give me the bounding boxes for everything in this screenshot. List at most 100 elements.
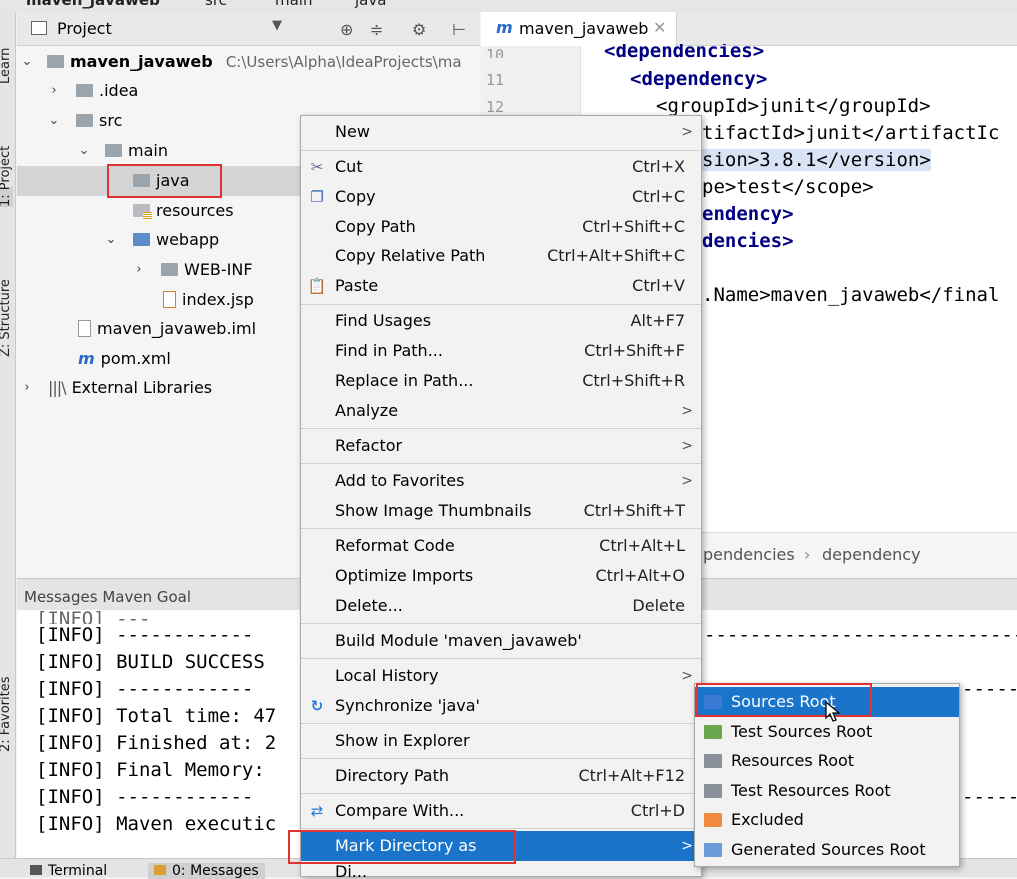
- tree-item-idea[interactable]: .idea: [76, 76, 138, 106]
- menu-item-find-usages[interactable]: Find Usages Alt+F7: [301, 306, 701, 336]
- project-panel-header: Project ▼ ⊕ ≑ ⚙ ⊢: [17, 12, 480, 46]
- menu-item-build-module[interactable]: Build Module 'maven_javaweb': [301, 626, 701, 656]
- submenu-item-excluded[interactable]: Excluded: [695, 805, 959, 835]
- console-line: [INFO] ------------: [36, 678, 254, 700]
- terminal-icon: [30, 865, 42, 875]
- tree-item-webapp[interactable]: webapp: [133, 225, 219, 255]
- console-line-right: -------------------------------: [704, 624, 1017, 646]
- menu-separator: [301, 723, 701, 724]
- submenu-item-resources-root[interactable]: Resources Root: [695, 746, 959, 776]
- menu-item-optimize-imports[interactable]: Optimize Imports Ctrl+Alt+O: [301, 561, 701, 591]
- menu-item-cut[interactable]: ✂ Cut Ctrl+X: [301, 152, 701, 182]
- menu-item-delete[interactable]: Delete... Delete: [301, 591, 701, 621]
- menu-item-new[interactable]: New >: [301, 117, 701, 147]
- menu-item-copy[interactable]: ❐ Copy Ctrl+C: [301, 182, 701, 212]
- tab-learn[interactable]: Learn: [0, 48, 13, 84]
- breadcrumb-main[interactable]: main: [275, 0, 312, 9]
- console-line-clipped: [INFO] ---: [36, 608, 151, 624]
- messages-panel-title: Messages Maven Goal: [24, 588, 191, 606]
- menu-item-show-in-explorer[interactable]: Show in Explorer: [301, 726, 701, 756]
- module-folder-icon: [47, 55, 64, 68]
- console-line-right: -------------------------------: [962, 678, 1017, 700]
- project-panel-title[interactable]: Project: [57, 19, 112, 38]
- menu-separator: [301, 304, 701, 305]
- code-line: pe>test</scope>: [702, 176, 874, 198]
- tree-item-pom[interactable]: m pom.xml: [78, 344, 171, 374]
- tree-item-external-libraries[interactable]: |||\ External Libraries: [48, 373, 212, 403]
- context-menu: New > ✂ Cut Ctrl+X ❐ Copy Ctrl+C Copy Path Ctr…: [300, 115, 702, 877]
- hide-icon[interactable]: ⊢: [452, 20, 466, 39]
- tree-item-iml[interactable]: maven_javaweb.iml: [78, 314, 256, 344]
- menu-item-local-history[interactable]: Local History >: [301, 661, 701, 691]
- menu-item-find-in-path[interactable]: Find in Path... Ctrl+Shift+F: [301, 336, 701, 366]
- tree-item-project-root[interactable]: maven_javaweb C:\Users\Alpha\IdeaProject…: [47, 47, 462, 77]
- iml-file-icon: [78, 320, 91, 337]
- menu-separator: [301, 828, 701, 829]
- menu-item-mark-directory-as[interactable]: Mark Directory as >: [301, 831, 701, 861]
- tab-favorites[interactable]: 2: Favorites: [0, 676, 13, 752]
- chevron-down-icon[interactable]: ▼: [272, 18, 282, 33]
- submenu-item-generated-sources-root[interactable]: Generated Sources Root: [695, 835, 959, 865]
- tree-item-resources[interactable]: resources: [133, 196, 234, 226]
- menu-item-replace-in-path[interactable]: Replace in Path... Ctrl+Shift+R: [301, 366, 701, 396]
- menu-item-analyze[interactable]: Analyze >: [301, 396, 701, 426]
- editor-crumb-item[interactable]: pendencies: [703, 545, 795, 564]
- breadcrumb-project[interactable]: maven_javaweb: [26, 0, 160, 9]
- collapse-arrow-icon[interactable]: ⌄: [46, 106, 62, 136]
- gear-icon[interactable]: ⚙: [412, 20, 426, 39]
- collapse-arrow-icon[interactable]: ⌄: [76, 136, 92, 166]
- tree-item-java[interactable]: java: [133, 166, 190, 196]
- menu-item-copy-relative-path[interactable]: Copy Relative Path Ctrl+Alt+Shift+C: [301, 241, 701, 271]
- menu-item-compare-with[interactable]: ⇄ Compare With... Ctrl+D: [301, 796, 701, 826]
- menu-item-reformat-code[interactable]: Reformat Code Ctrl+Alt+L: [301, 531, 701, 561]
- menu-item-paste[interactable]: 📋 Paste Ctrl+V: [301, 271, 701, 301]
- editor-crumb-item[interactable]: dependency: [822, 545, 921, 564]
- code-line: sion>3.8.1</version>: [702, 149, 931, 171]
- menu-item-add-to-favorites[interactable]: Add to Favorites >: [301, 466, 701, 496]
- menu-item-directory-path[interactable]: Directory Path Ctrl+Alt+F12: [301, 761, 701, 791]
- editor-tab-pom[interactable]: m maven_javaweb ✕: [481, 12, 677, 46]
- console-line-right: -------------------------------: [962, 786, 1017, 808]
- submenu-item-test-resources-root[interactable]: Test Resources Root: [695, 776, 959, 806]
- resources-folder-icon: [133, 204, 152, 219]
- console-line: [INFO] ------------: [36, 624, 254, 646]
- chevron-right-icon: >: [681, 473, 693, 489]
- collapse-arrow-icon[interactable]: ⌄: [19, 47, 35, 77]
- folder-icon: [76, 84, 93, 97]
- menu-item-show-image-thumbnails[interactable]: Show Image Thumbnails Ctrl+Shift+T: [301, 496, 701, 526]
- maven-icon: m: [78, 349, 95, 368]
- menu-item-synchronize[interactable]: ↻ Synchronize 'java': [301, 691, 701, 721]
- breadcrumb-java[interactable]: java: [355, 0, 386, 9]
- line-number: 11: [486, 71, 505, 89]
- close-icon[interactable]: ✕: [653, 18, 666, 37]
- breadcrumb-src[interactable]: src: [205, 0, 227, 9]
- code-line: endency>: [702, 203, 794, 225]
- expand-arrow-icon[interactable]: ›: [19, 373, 35, 403]
- tree-item-web-inf[interactable]: WEB-INF: [161, 255, 253, 285]
- resources-folder-icon: [704, 754, 722, 768]
- tree-item-main[interactable]: main: [105, 136, 168, 166]
- tree-item-src[interactable]: src: [76, 106, 122, 136]
- expand-arrow-icon[interactable]: ›: [46, 76, 62, 106]
- code-line: dencies>: [702, 230, 794, 252]
- menu-item-refactor[interactable]: Refactor >: [301, 431, 701, 461]
- collapse-arrow-icon[interactable]: ⌄: [103, 225, 119, 255]
- expand-arrow-icon[interactable]: ›: [131, 255, 147, 285]
- project-icon: [31, 21, 47, 35]
- locate-icon[interactable]: ⊕: [340, 20, 353, 39]
- left-tool-strip: Learn 1: Project Z: Structure 2: Favorit…: [0, 12, 16, 862]
- line-number: 10: [486, 46, 505, 58]
- menu-item-clipped[interactable]: Di...: [301, 863, 701, 877]
- tree-item-index-jsp[interactable]: index.jsp: [163, 285, 254, 315]
- tab-structure[interactable]: Z: Structure: [0, 279, 13, 357]
- tab-project[interactable]: 1: Project: [0, 146, 13, 207]
- chevron-right-icon: >: [681, 838, 693, 854]
- menu-separator: [301, 658, 701, 659]
- editor-tab-bar: m maven_javaweb ✕: [481, 12, 1017, 46]
- menu-separator: [301, 623, 701, 624]
- web-folder-icon: [133, 233, 150, 246]
- sources-root-folder-icon: [704, 695, 722, 709]
- collapse-icon[interactable]: ≑: [370, 20, 383, 39]
- menu-item-copy-path[interactable]: Copy Path Ctrl+Shift+C: [301, 212, 701, 242]
- folder-icon: [161, 263, 178, 276]
